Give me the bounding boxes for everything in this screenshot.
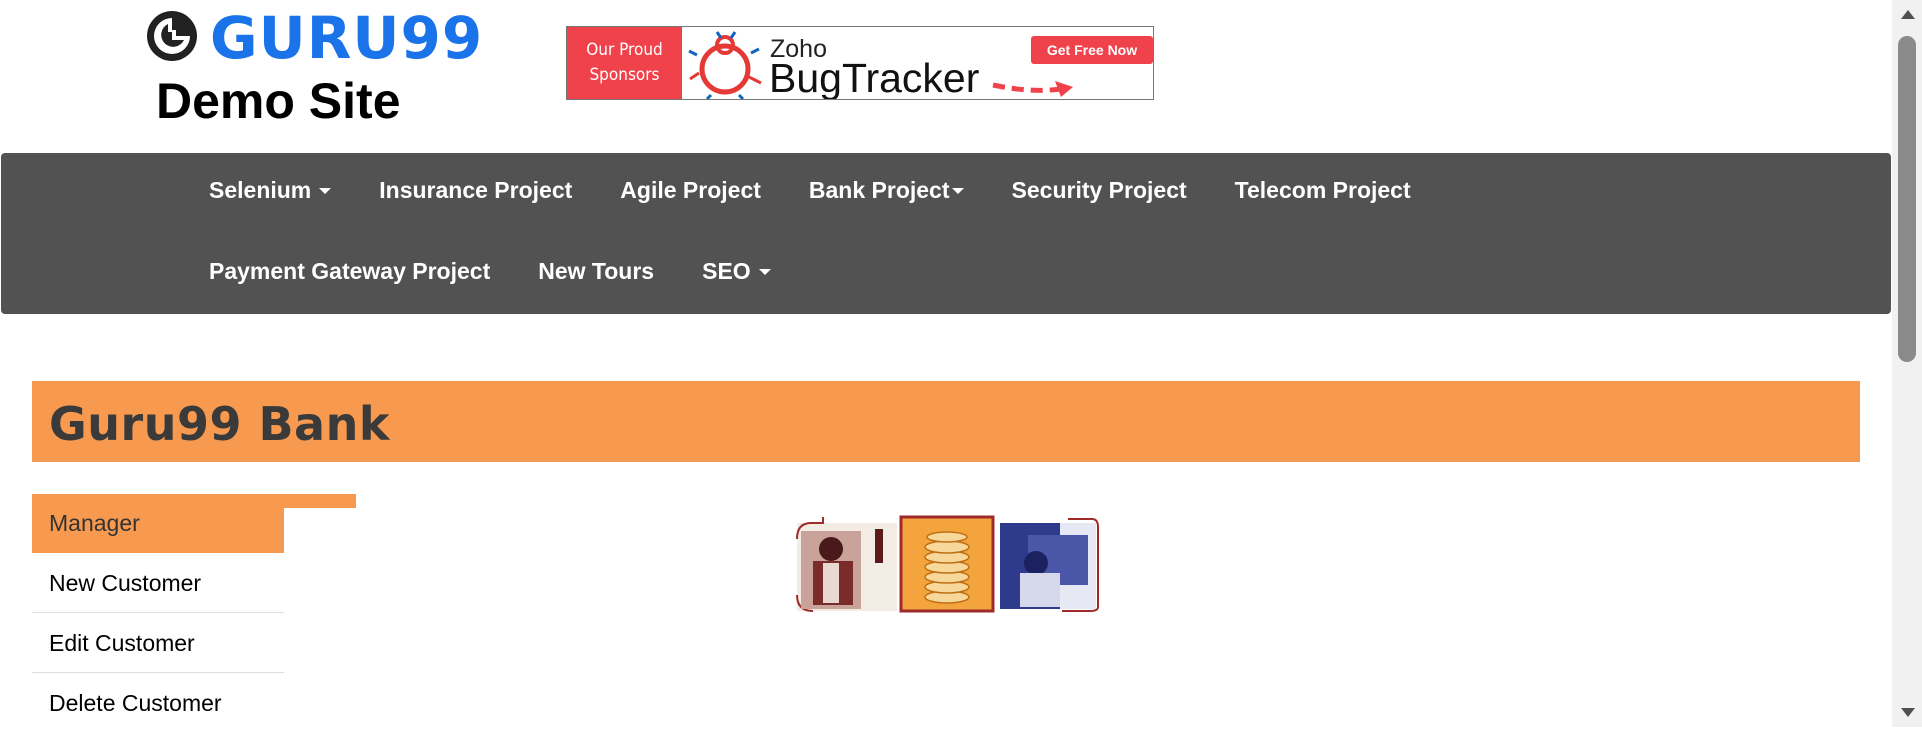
manager-menu: Manager New Customer Edit Customer Delet… — [32, 494, 284, 733]
phone-man-image — [796, 517, 897, 612]
dropdown-caret-icon — [951, 187, 964, 194]
nav-row-2: Payment Gateway Project New Tours SEO — [209, 258, 819, 285]
menu-item-new-customer[interactable]: New Customer — [32, 553, 284, 613]
guru99-logo-icon — [147, 11, 197, 61]
sponsor-banner[interactable]: Our Proud Sponsors Zoho BugTracker Get F… — [566, 26, 1154, 100]
nav-security-project[interactable]: Security Project — [1012, 177, 1187, 204]
dropdown-caret-icon — [758, 268, 771, 275]
menu-item-delete-customer[interactable]: Delete Customer — [32, 673, 284, 733]
scroll-up-arrow-icon[interactable] — [1901, 10, 1915, 19]
site-subtitle: Demo Site — [156, 73, 401, 129]
nav-agile-project[interactable]: Agile Project — [620, 177, 761, 204]
nav-payment-gateway-project[interactable]: Payment Gateway Project — [209, 258, 490, 285]
nav-telecom-project[interactable]: Telecom Project — [1235, 177, 1411, 204]
main-navbar: Selenium Insurance Project Agile Project… — [1, 153, 1891, 314]
woman-image — [1000, 518, 1099, 612]
site-logo[interactable]: GURU99 Demo Site — [146, 4, 482, 129]
dropdown-caret-icon — [319, 187, 332, 194]
scrollbar-thumb[interactable] — [1898, 36, 1916, 362]
page-title: Guru99 Bank — [49, 397, 390, 451]
vertical-scrollbar[interactable] — [1892, 0, 1922, 727]
arrow-icon — [992, 81, 1073, 97]
nav-selenium[interactable]: Selenium — [209, 177, 332, 204]
menu-header-manager[interactable]: Manager — [32, 494, 284, 553]
scroll-down-arrow-icon[interactable] — [1901, 708, 1915, 717]
nav-row-1: Selenium Insurance Project Agile Project… — [209, 177, 1459, 204]
nav-insurance-project[interactable]: Insurance Project — [379, 177, 572, 204]
get-free-now-button[interactable]: Get Free Now — [1031, 36, 1153, 64]
bug-icon — [688, 31, 762, 99]
nav-seo[interactable]: SEO — [702, 258, 771, 285]
sponsor-label: Our Proud Sponsors — [567, 27, 682, 99]
banner-brand-main: BugTracker — [769, 55, 980, 100]
nav-new-tours[interactable]: New Tours — [538, 258, 654, 285]
logo-text: GURU99 — [210, 4, 484, 72]
menu-item-edit-customer[interactable]: Edit Customer — [32, 613, 284, 673]
coins-image — [899, 515, 995, 613]
nav-bank-project[interactable]: Bank Project — [809, 177, 964, 204]
page-header-bar: Guru99 Bank — [32, 381, 1860, 462]
bank-images — [793, 515, 1103, 615]
